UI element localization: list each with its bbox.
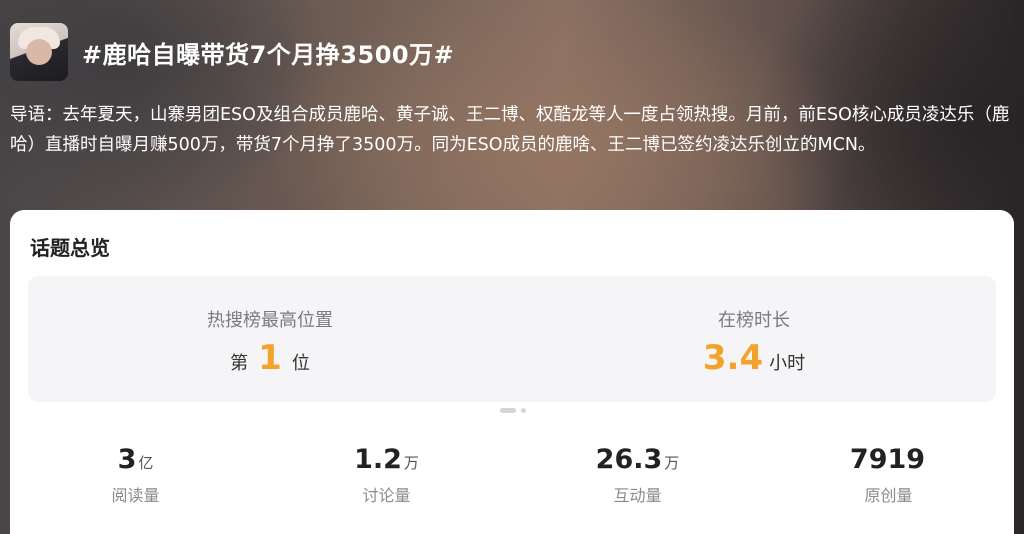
stat-number: 1.2: [354, 444, 402, 475]
stat-reads-value: 3 亿: [10, 444, 261, 478]
stat-label: 原创量: [864, 486, 913, 505]
page-dot: [521, 408, 526, 413]
topic-header: #鹿哈自曝带货7个月挣3500万#: [10, 22, 1010, 82]
stats-row: 3 亿 阅读量 1.2 万 讨论量 26.3 万 互动量 7919 原创量: [10, 444, 1014, 514]
stat-originals: 7919 原创量: [763, 444, 1014, 506]
stat-unit: 万: [403, 454, 419, 472]
duration-label: 在榜时长: [718, 310, 790, 331]
stat-label: 互动量: [613, 486, 662, 505]
stat-discussions: 1.2 万 讨论量: [261, 444, 512, 506]
stat-reads: 3 亿 阅读量: [10, 444, 261, 506]
highest-rank-label: 热搜榜最高位置: [207, 310, 333, 331]
stat-label: 阅读量: [111, 486, 160, 505]
overview-card: 话题总览 热搜榜最高位置 第 1 位 在榜时长 3.4 小时 3 亿 阅读量 1…: [10, 210, 1014, 534]
highest-rank-value: 第 1 位: [28, 338, 512, 378]
topic-intro: 导语：去年夏天，山寨男团ESO及组合成员鹿哈、黄子诚、王二博、权酷龙等人一度占领…: [10, 105, 1010, 155]
stat-number: 26.3: [595, 444, 663, 475]
page-dot-active: [500, 408, 516, 413]
rank-prefix: 第: [230, 353, 249, 374]
stat-number: 3: [117, 444, 137, 475]
stat-unit: 亿: [138, 454, 154, 472]
rank-suffix: 位: [291, 353, 310, 374]
duration-number: 3.4: [702, 338, 764, 378]
stat-interactions-value: 26.3 万: [512, 444, 763, 478]
stat-originals-value: 7919: [763, 444, 1014, 478]
stat-interactions: 26.3 万 互动量: [512, 444, 763, 506]
stat-discussions-value: 1.2 万: [261, 444, 512, 478]
stat-unit: 万: [664, 454, 680, 472]
duration-section: 在榜时长 3.4 小时: [512, 276, 996, 402]
stat-number: 7919: [849, 444, 926, 475]
overview-title: 话题总览: [30, 236, 110, 260]
stat-label: 讨论量: [362, 486, 411, 505]
page-indicator: [500, 408, 530, 414]
duration-value: 3.4 小时: [512, 338, 996, 378]
topic-avatar[interactable]: [10, 23, 68, 81]
duration-unit: 小时: [769, 353, 806, 374]
topic-title: #鹿哈自曝带货7个月挣3500万#: [82, 40, 455, 69]
rank-number: 1: [258, 338, 282, 378]
avatar-face: [26, 39, 52, 65]
ranking-panel[interactable]: 热搜榜最高位置 第 1 位 在榜时长 3.4 小时: [28, 276, 996, 402]
highest-rank-section: 热搜榜最高位置 第 1 位: [28, 276, 512, 402]
